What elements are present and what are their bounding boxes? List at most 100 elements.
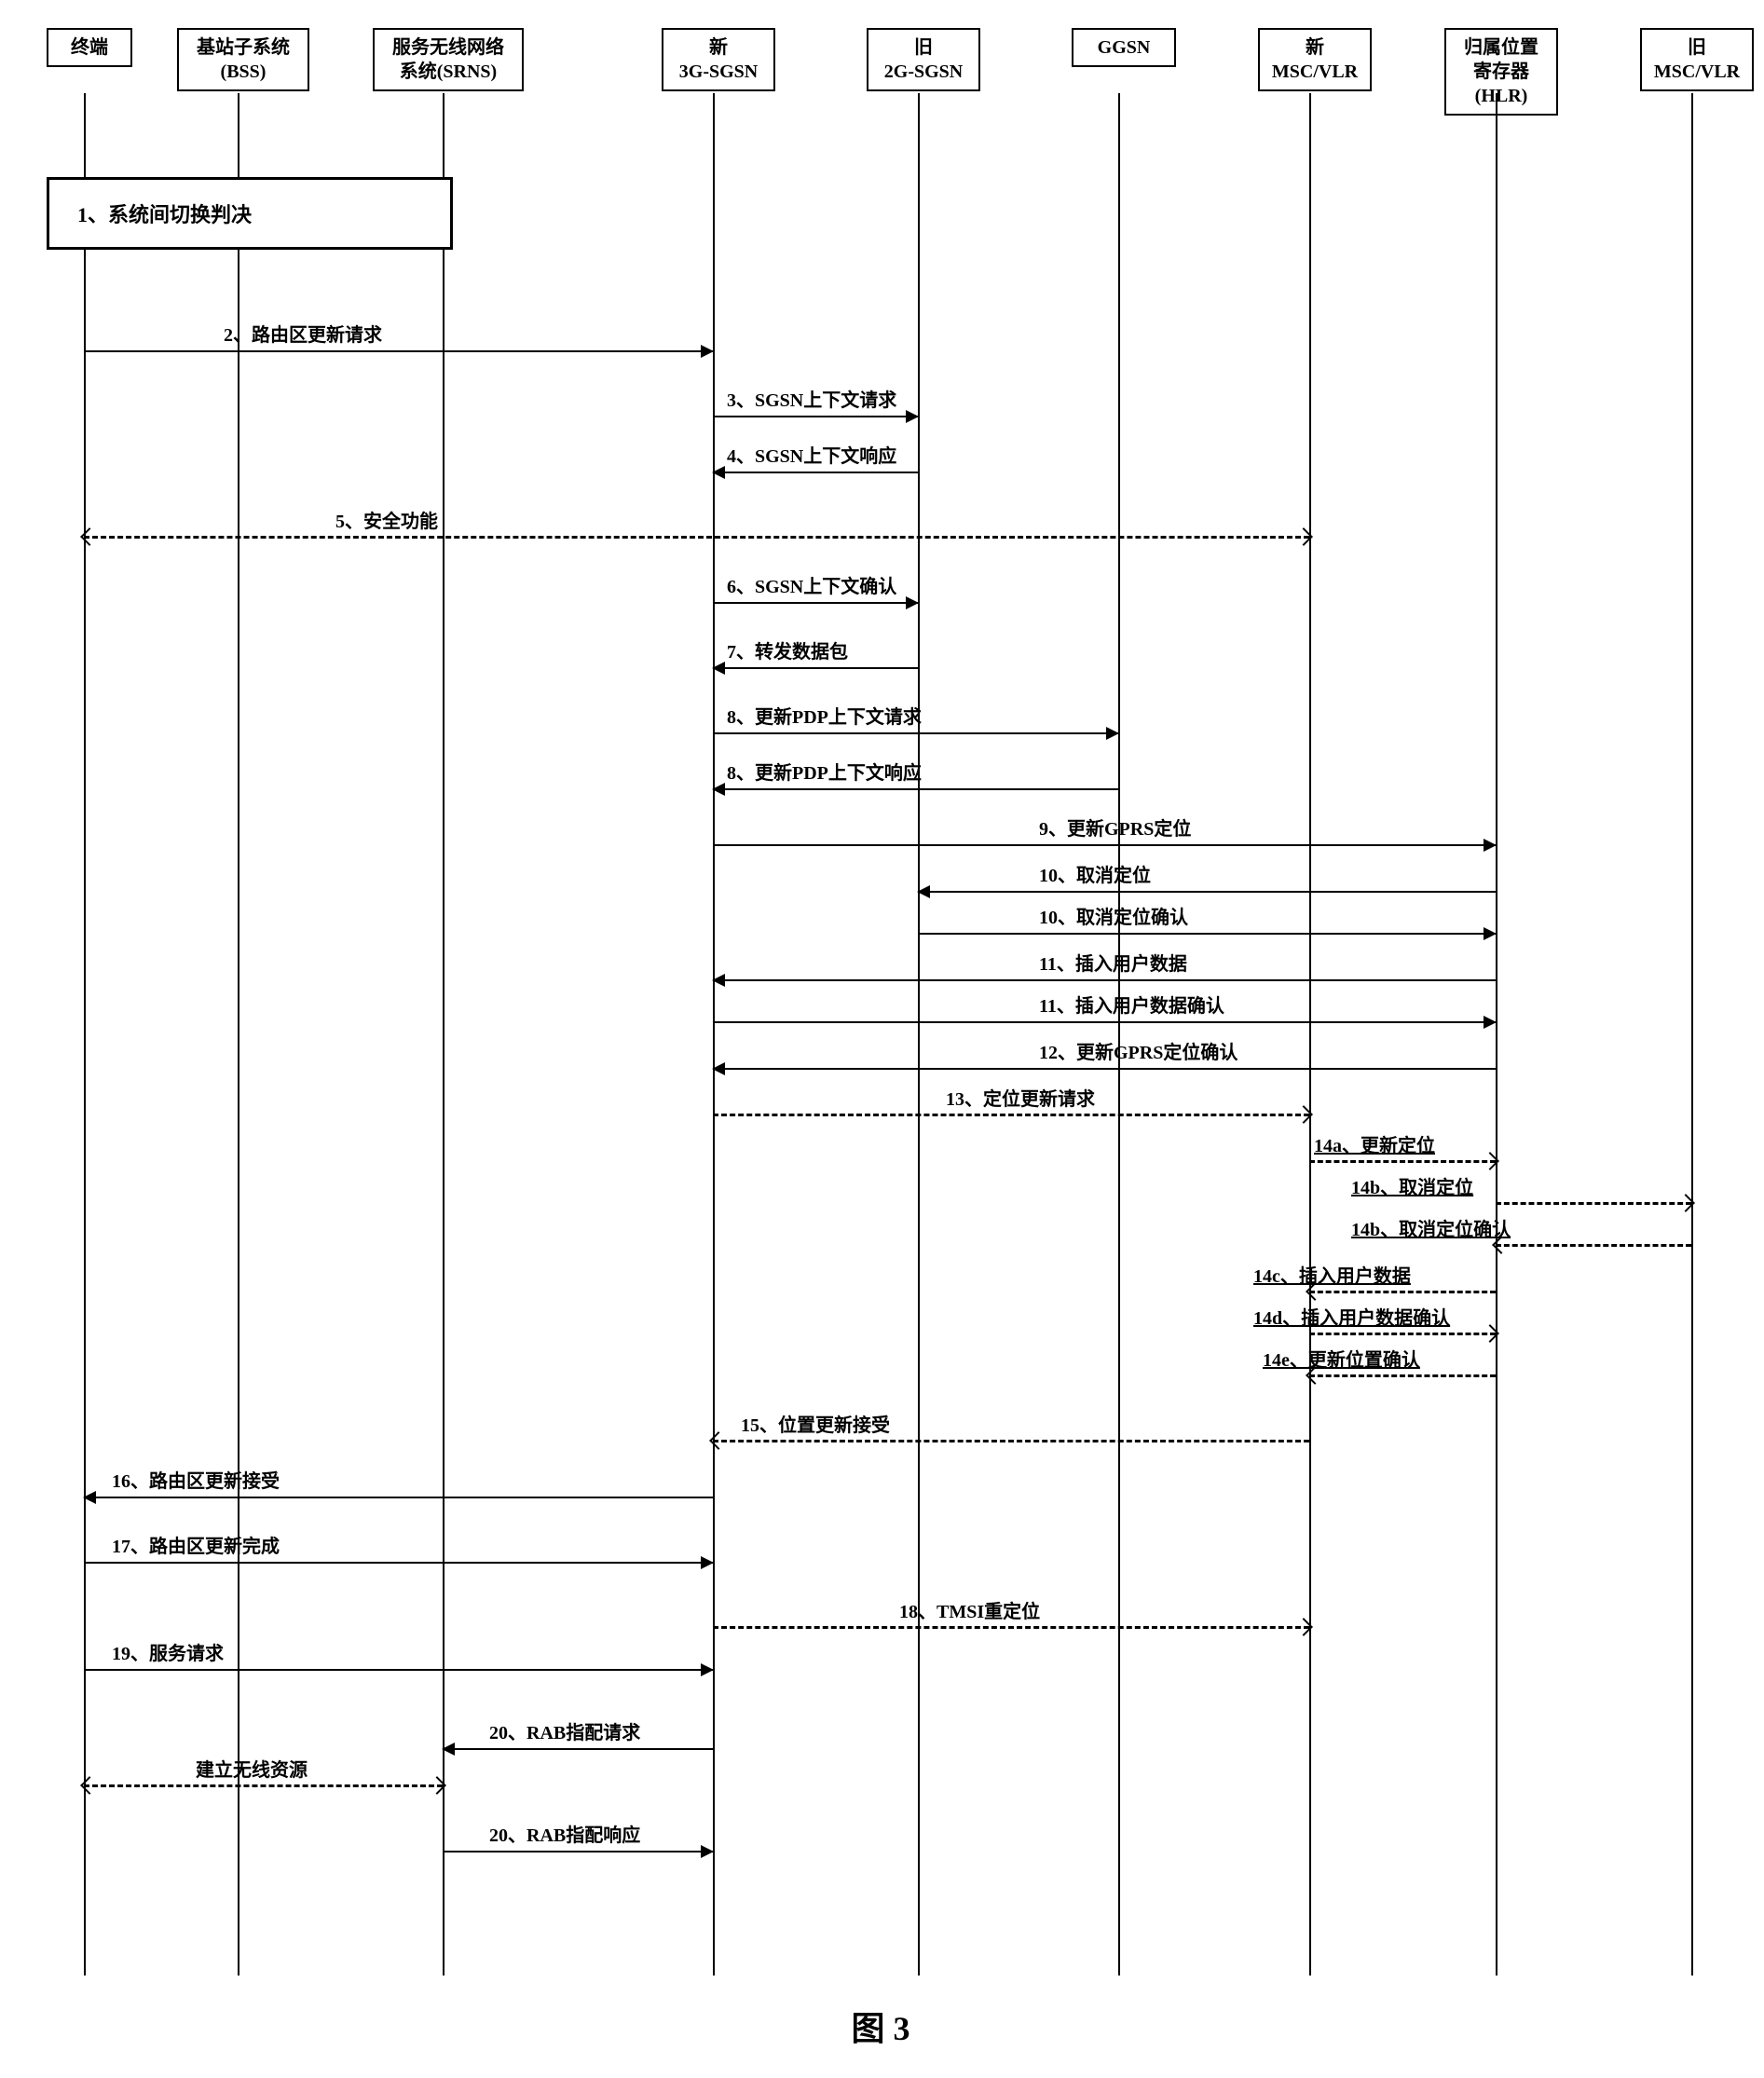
message-3: 5、安全功能 <box>84 513 1309 539</box>
arrowhead-icon <box>701 345 714 358</box>
message-label: 20、RAB指配请求 <box>489 1717 640 1744</box>
lifeline-newmsc <box>1309 93 1311 1975</box>
message-17: 14b、取消定位确认 <box>1496 1221 1691 1247</box>
arrowhead-icon <box>442 1743 455 1756</box>
message-label: 18、TMSI重定位 <box>899 1596 1040 1623</box>
message-18: 14c、插入用户数据 <box>1309 1267 1496 1293</box>
message-20: 14e、更新位置确认 <box>1309 1351 1496 1377</box>
message-12: 11、插入用户数据确认 <box>713 997 1496 1023</box>
message-label: 17、路由区更新完成 <box>112 1531 280 1558</box>
arrowhead-icon <box>712 1062 725 1075</box>
participant-newmsc: 新MSC/VLR <box>1258 28 1372 91</box>
message-line <box>84 350 713 352</box>
message-label: 14b、取消定位 <box>1351 1172 1473 1199</box>
message-label: 12、更新GPRS定位确认 <box>1039 1037 1238 1064</box>
message-label: 建立无线资源 <box>196 1755 308 1782</box>
message-line <box>84 1562 713 1564</box>
message-5: 7、转发数据包 <box>713 643 918 669</box>
arrowhead-icon <box>701 1663 714 1676</box>
message-23: 17、路由区更新完成 <box>84 1538 713 1564</box>
message-label: 9、更新GPRS定位 <box>1039 813 1191 841</box>
message-10: 10、取消定位确认 <box>918 909 1496 935</box>
participant-bss: 基站子系统(BSS) <box>177 28 309 91</box>
message-15: 14a、更新定位 <box>1309 1137 1496 1163</box>
participant-hlr: 归属位置寄存器(HLR) <box>1444 28 1558 116</box>
message-label: 19、服务请求 <box>112 1638 224 1665</box>
arrowhead-icon <box>1484 927 1497 940</box>
message-label: 14b、取消定位确认 <box>1351 1214 1511 1241</box>
message-13: 12、更新GPRS定位确认 <box>713 1044 1496 1070</box>
message-label: 3、SGSN上下文请求 <box>727 385 896 412</box>
message-22: 16、路由区更新接受 <box>84 1472 713 1498</box>
lifeline-ggsn <box>1118 93 1120 1975</box>
message-label: 14d、插入用户数据确认 <box>1253 1303 1450 1330</box>
arrowhead-icon <box>712 783 725 796</box>
message-26: 20、RAB指配请求 <box>443 1724 713 1750</box>
decision-box: 1、系统间切换判决 <box>47 177 453 250</box>
message-label: 2、路由区更新请求 <box>224 320 382 347</box>
arrowhead-icon <box>712 466 725 479</box>
message-28: 20、RAB指配响应 <box>443 1826 713 1852</box>
message-label: 15、位置更新接受 <box>741 1410 890 1437</box>
message-line <box>713 1068 1496 1070</box>
message-line <box>713 732 1118 734</box>
message-line <box>1496 1202 1691 1205</box>
message-label: 11、插入用户数据确认 <box>1039 991 1224 1018</box>
participant-oldmsc: 旧MSC/VLR <box>1640 28 1754 91</box>
message-line <box>443 1851 713 1852</box>
message-label: 14a、更新定位 <box>1314 1130 1435 1157</box>
lifeline-old2g <box>918 93 920 1975</box>
participant-old2g: 旧2G-SGSN <box>867 28 980 91</box>
message-label: 14e、更新位置确认 <box>1263 1345 1420 1372</box>
message-label: 20、RAB指配响应 <box>489 1820 640 1847</box>
message-14: 13、定位更新请求 <box>713 1090 1309 1116</box>
arrowhead-icon <box>701 1556 714 1569</box>
message-line <box>1309 1291 1496 1293</box>
lifeline-oldmsc <box>1691 93 1693 1975</box>
message-line <box>713 1114 1309 1116</box>
message-line <box>713 844 1496 846</box>
message-line <box>1309 1374 1496 1377</box>
message-11: 11、插入用户数据 <box>713 955 1496 981</box>
message-line <box>713 788 1118 790</box>
message-8: 9、更新GPRS定位 <box>713 820 1496 846</box>
message-line <box>713 667 918 669</box>
message-line <box>1309 1333 1496 1335</box>
message-25: 19、服务请求 <box>84 1645 713 1671</box>
message-line <box>1309 1160 1496 1163</box>
message-6: 8、更新PDP上下文请求 <box>713 708 1118 734</box>
message-line <box>1496 1244 1691 1247</box>
message-line <box>84 1784 443 1787</box>
lifeline-new3g <box>713 93 715 1975</box>
arrowhead-icon <box>701 1845 714 1858</box>
arrowhead-icon <box>906 410 919 423</box>
message-1: 3、SGSN上下文请求 <box>713 391 918 417</box>
message-label: 6、SGSN上下文确认 <box>727 571 896 598</box>
message-label: 13、定位更新请求 <box>946 1084 1095 1111</box>
participant-ggsn: GGSN <box>1072 28 1176 67</box>
message-label: 5、安全功能 <box>335 506 438 533</box>
arrowhead-icon <box>83 1491 96 1504</box>
message-0: 2、路由区更新请求 <box>84 326 713 352</box>
message-label: 8、更新PDP上下文请求 <box>727 702 922 729</box>
message-label: 14c、插入用户数据 <box>1253 1261 1411 1288</box>
message-line <box>84 536 1309 539</box>
message-21: 15、位置更新接受 <box>713 1416 1309 1442</box>
lifeline-hlr <box>1496 93 1497 1975</box>
figure-caption: 图 3 <box>851 2002 909 2050</box>
message-line <box>713 1440 1309 1442</box>
message-line <box>713 416 918 417</box>
message-label: 11、插入用户数据 <box>1039 949 1187 976</box>
message-line <box>713 1626 1309 1629</box>
message-line <box>443 1748 713 1750</box>
arrowhead-icon <box>712 974 725 987</box>
arrowhead-icon <box>1484 1016 1497 1029</box>
lifeline-srns <box>443 93 444 1975</box>
message-label: 4、SGSN上下文响应 <box>727 441 896 468</box>
arrowhead-icon <box>906 596 919 609</box>
message-24: 18、TMSI重定位 <box>713 1603 1309 1629</box>
message-line <box>918 891 1496 893</box>
message-label: 8、更新PDP上下文响应 <box>727 758 922 785</box>
arrowhead-icon <box>1484 839 1497 852</box>
message-7: 8、更新PDP上下文响应 <box>713 764 1118 790</box>
